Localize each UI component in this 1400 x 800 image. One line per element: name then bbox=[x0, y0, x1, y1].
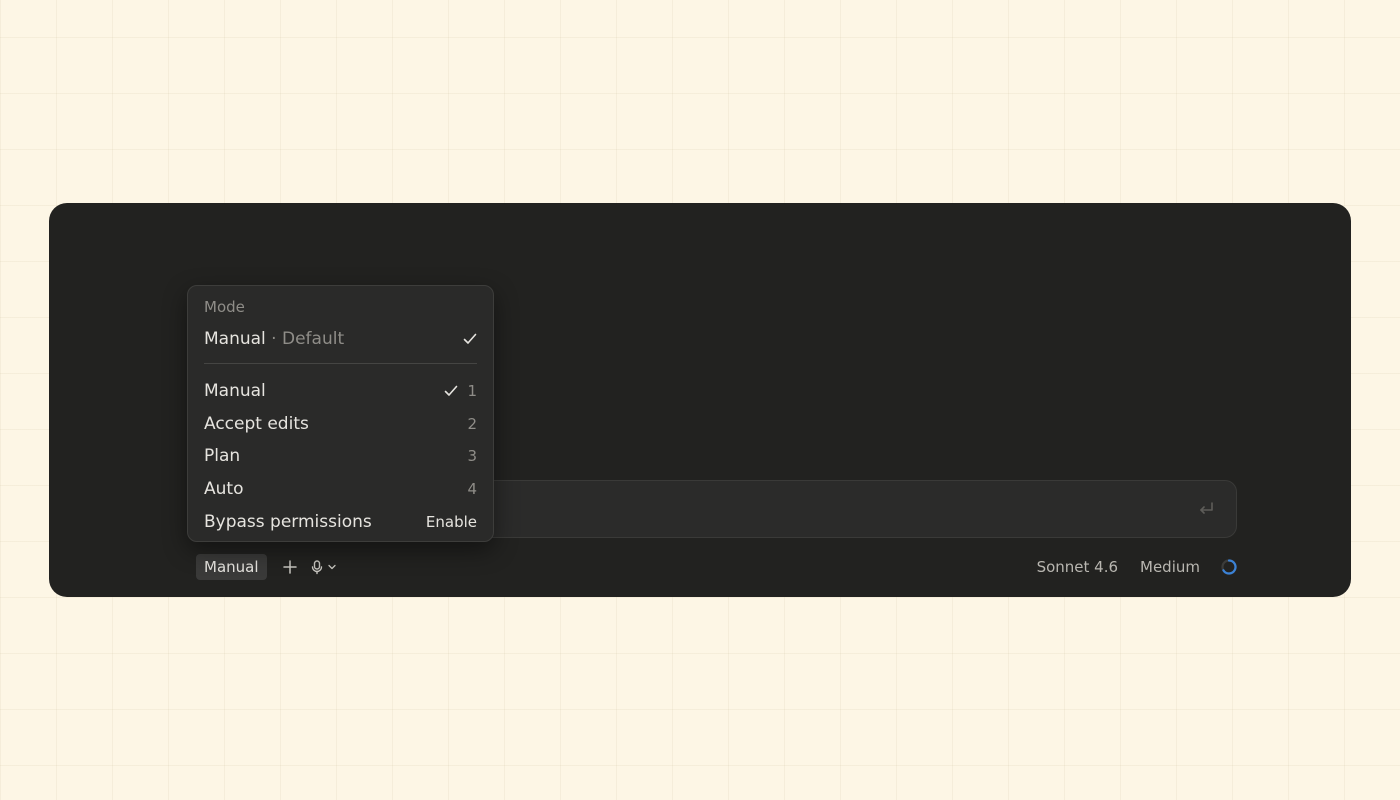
enable-bypass-button[interactable]: Enable bbox=[426, 513, 477, 531]
menu-item-label: Auto bbox=[204, 479, 244, 500]
mode-options-list: Manual 1 Accept edits 2 Plan 3 Auto 4 By… bbox=[204, 375, 477, 538]
plus-icon[interactable] bbox=[279, 556, 301, 578]
current-mode-row[interactable]: Manual · Default bbox=[204, 327, 477, 351]
menu-heading: Mode bbox=[204, 298, 245, 316]
menu-item-label: Manual bbox=[204, 381, 266, 402]
menu-item-shortcut: 3 bbox=[467, 447, 477, 466]
menu-item-auto[interactable]: Auto 4 bbox=[204, 473, 477, 506]
menu-item-accept-edits[interactable]: Accept edits 2 bbox=[204, 408, 477, 441]
current-mode-name: Manual bbox=[204, 329, 266, 349]
menu-item-manual[interactable]: Manual 1 bbox=[204, 375, 477, 408]
menu-item-label: Accept edits bbox=[204, 413, 309, 434]
menu-item-shortcut: 1 bbox=[467, 382, 477, 401]
composer-toolbar-left: Manual bbox=[196, 553, 336, 581]
current-mode-separator: · bbox=[265, 329, 282, 349]
effort-selector[interactable]: Medium bbox=[1140, 558, 1200, 576]
mic-icon bbox=[311, 559, 323, 575]
check-icon bbox=[463, 333, 477, 345]
menu-item-bypass-permissions[interactable]: Bypass permissions Enable bbox=[204, 505, 477, 538]
enter-return-icon[interactable] bbox=[1196, 499, 1216, 519]
menu-item-shortcut: 4 bbox=[467, 480, 477, 499]
menu-item-plan[interactable]: Plan 3 bbox=[204, 440, 477, 473]
current-mode-default-label: Default bbox=[282, 329, 345, 349]
model-selector[interactable]: Sonnet 4.6 bbox=[1037, 558, 1118, 576]
mic-dropdown[interactable] bbox=[311, 559, 336, 575]
chevron-down-icon bbox=[327, 564, 336, 570]
menu-item-shortcut: 2 bbox=[467, 414, 477, 433]
menu-item-label: Plan bbox=[204, 446, 241, 467]
menu-divider bbox=[204, 363, 477, 364]
context-usage-ring-icon[interactable] bbox=[1220, 558, 1238, 576]
menu-item-label: Bypass permissions bbox=[204, 511, 372, 532]
check-icon bbox=[444, 385, 458, 397]
mode-menu: Mode Manual · Default Manual 1 Accept ed… bbox=[187, 285, 494, 542]
composer-toolbar-right: Sonnet 4.6 Medium bbox=[1037, 553, 1238, 581]
mode-button[interactable]: Manual bbox=[196, 554, 267, 580]
